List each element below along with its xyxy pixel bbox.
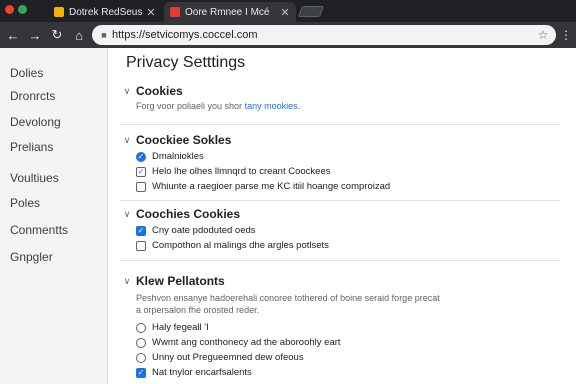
checkbox-checked[interactable]: ✓ — [136, 367, 146, 378]
section-title: Coochies Cookies — [136, 207, 241, 221]
section-description: Peshvon ensanye hadoerehali conoree toth… — [136, 293, 440, 315]
option-row[interactable]: ✓ Nat tnylor encarfsalents — [136, 365, 560, 380]
option-row[interactable]: Whiunte a raegioer parse me KC itiil hoa… — [136, 179, 560, 194]
back-arrow-icon[interactable]: ← — [4, 28, 22, 43]
sidebar-item-devolong[interactable]: Devolong — [0, 109, 108, 135]
cookies-link[interactable]: tany mookies. — [245, 101, 301, 111]
option-label: Unny out Pregueemned dew ofeous — [152, 352, 304, 363]
divider — [120, 124, 560, 125]
forward-arrow-icon[interactable]: → — [26, 28, 44, 43]
section-choose-cookies: ∨ Coochies Cookies ✓ Cny oate pdoduted o… — [120, 205, 560, 253]
radio-unchecked[interactable] — [136, 322, 146, 333]
section-title: Klew Pellatonts — [136, 274, 225, 288]
sidebar-item-conmentts[interactable]: Conmentts — [0, 217, 108, 243]
option-label: Dmalniokles — [152, 151, 204, 162]
bookmark-star-icon[interactable]: ☆ — [534, 28, 552, 42]
page-title: Privacy Setttings — [126, 54, 246, 71]
option-label: Helo lhe olhes llmnqrd to creant Coockee… — [152, 166, 331, 177]
divider — [120, 200, 560, 201]
section-cookie-settings: ∨ Coockiee Sokles ✓ Dmalniokles ✓ Helo l… — [120, 131, 560, 194]
checkbox-checked[interactable]: ✓ — [136, 166, 146, 177]
section-header[interactable]: ∨ Cookies — [120, 82, 560, 100]
description-text: Forg voor poliaeli you shor — [136, 101, 243, 111]
close-tab-icon[interactable]: ✕ — [144, 6, 158, 19]
option-row[interactable]: ✓ Cny oate pdoduted oeds — [136, 223, 560, 238]
maximize-window-button[interactable] — [18, 5, 27, 14]
option-label: Compothon al malings dhe argles potlsets — [152, 240, 329, 251]
section-header[interactable]: ∨ Klew Pellatonts — [120, 272, 560, 290]
section-title: Cookies — [136, 84, 183, 98]
browser-tab-2[interactable]: Oore Rmnee I Mcé ✕ — [164, 2, 296, 22]
new-tab-button[interactable] — [297, 6, 325, 17]
section-cookies: ∨ Cookies Forg voor poliaeli you shor ta… — [120, 82, 560, 112]
chevron-down-icon[interactable]: ∨ — [120, 135, 134, 146]
reload-icon[interactable]: ↻ — [48, 27, 66, 43]
option-row[interactable]: Compothon al malings dhe argles potlsets — [136, 238, 560, 253]
settings-sidebar: Dolies Dronrcts Devolong Prelians Voulti… — [0, 48, 108, 384]
browser-tab-1[interactable]: Dotrek RedSeus ✕ — [48, 2, 162, 22]
option-row[interactable]: Haly fegeall 'I — [136, 320, 560, 335]
page-content: Dolies Dronrcts Devolong Prelians Voulti… — [0, 48, 576, 384]
lock-icon: ■ — [101, 30, 107, 40]
section-new-preferences: ∨ Klew Pellatonts Peshvon ensanye hadoer… — [120, 272, 560, 380]
option-label: Nat tnylor encarfsalents — [152, 367, 252, 378]
address-bar[interactable]: ■ https://setvicomys.coccel.com ☆ — [92, 25, 556, 45]
sidebar-item-dronrcts[interactable]: Dronrcts — [0, 83, 108, 109]
settings-main: Privacy Setttings ∨ Cookies Forg voor po… — [108, 48, 576, 384]
checkbox-unchecked[interactable] — [136, 181, 146, 192]
sidebar-item-voultiues[interactable]: Voultiues — [0, 165, 108, 191]
section-header[interactable]: ∨ Coochies Cookies — [120, 205, 560, 223]
option-row[interactable]: Wwmt ang conthonecy ad the aboroohly ear… — [136, 335, 560, 350]
home-icon[interactable]: ⌂ — [70, 28, 88, 43]
section-description: Forg voor poliaeli you shor tany mookies… — [136, 100, 560, 112]
tab-title: Dotrek RedSeus — [69, 6, 143, 18]
radio-unchecked[interactable] — [136, 352, 146, 363]
url-text[interactable]: https://setvicomys.coccel.com — [112, 29, 534, 41]
option-label: Whiunte a raegioer parse me KC itiil hoa… — [152, 181, 391, 192]
close-tab-icon[interactable]: ✕ — [278, 6, 292, 19]
tab-favicon-icon — [54, 7, 64, 17]
sidebar-item-poles[interactable]: Poles — [0, 190, 108, 216]
chevron-down-icon[interactable]: ∨ — [120, 209, 134, 220]
tab-strip: Dotrek RedSeus ✕ Oore Rmnee I Mcé ✕ — [0, 0, 576, 22]
radio-unchecked[interactable] — [136, 337, 146, 348]
option-row[interactable]: ✓ Helo lhe olhes llmnqrd to creant Coock… — [136, 164, 560, 179]
browser-toolbar: ← → ↻ ⌂ ■ https://setvicomys.coccel.com … — [0, 22, 576, 48]
section-title: Coockiee Sokles — [136, 133, 232, 147]
checkbox-checked[interactable]: ✓ — [136, 225, 146, 236]
checkbox-checked[interactable]: ✓ — [136, 151, 146, 162]
browser-menu-icon[interactable]: ⋮ — [560, 28, 572, 42]
sidebar-item-prelians[interactable]: Prelians — [0, 134, 108, 160]
tab-favicon-icon — [170, 7, 180, 17]
tab-title: Oore Rmnee I Mcé — [185, 6, 270, 18]
chevron-down-icon[interactable]: ∨ — [120, 86, 134, 97]
option-row[interactable]: Unny out Pregueemned dew ofeous — [136, 350, 560, 365]
window-controls — [5, 5, 27, 14]
close-window-button[interactable] — [5, 5, 14, 14]
sidebar-item-gnpgler[interactable]: Gnpgler — [0, 244, 108, 270]
option-label: Wwmt ang conthonecy ad the aboroohly ear… — [152, 337, 341, 348]
divider — [120, 260, 560, 261]
option-row[interactable]: ✓ Dmalniokles — [136, 149, 560, 164]
option-label: Haly fegeall 'I — [152, 322, 209, 333]
section-header[interactable]: ∨ Coockiee Sokles — [120, 131, 560, 149]
chevron-down-icon[interactable]: ∨ — [120, 276, 134, 287]
option-label: Cny oate pdoduted oeds — [152, 225, 256, 236]
checkbox-unchecked[interactable] — [136, 240, 146, 251]
